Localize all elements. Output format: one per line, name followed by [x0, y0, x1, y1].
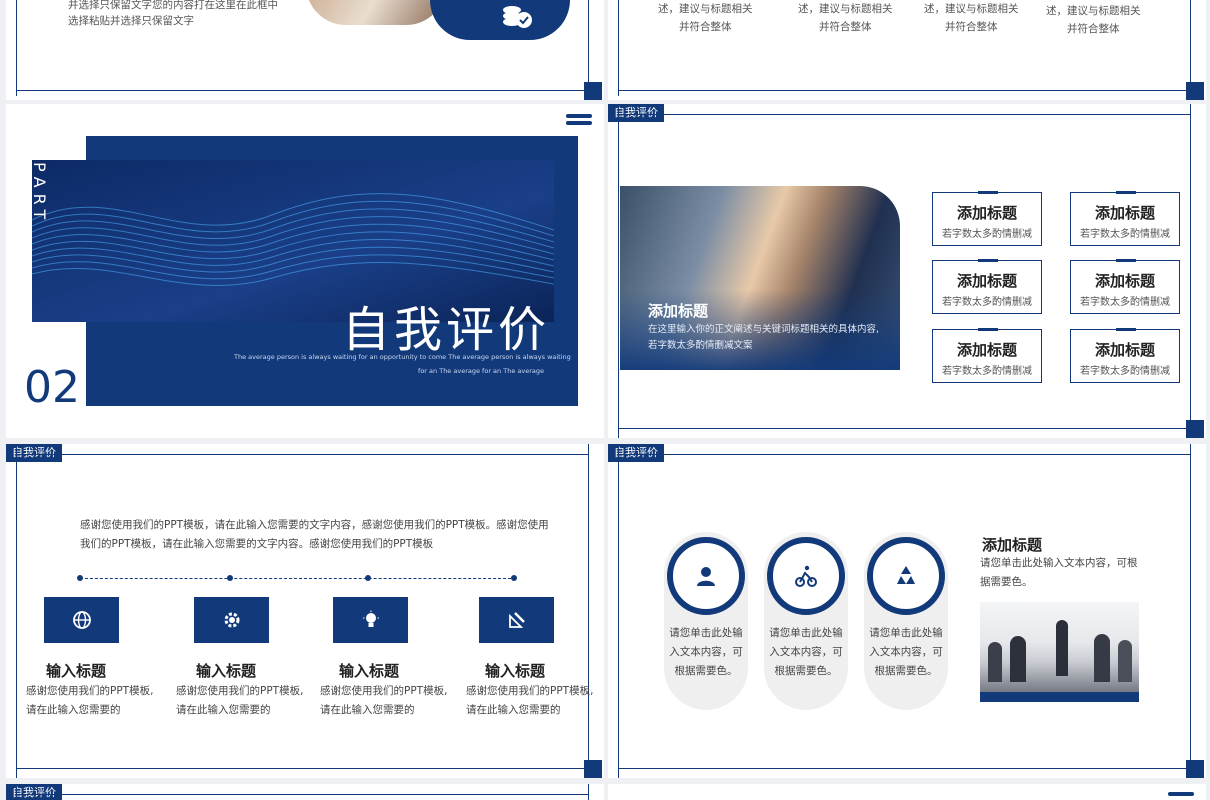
- gear-icon-box: [194, 597, 269, 643]
- pill-card-1: 请您单击此处输 入文本内容，可 根据需要色。: [664, 532, 748, 710]
- ruler-pencil-icon: [508, 612, 525, 628]
- slide-circles: 自我评价 请您单击此处输 入文本内容，可 根据需要色。 请您单击此处输 入文本内容，可…: [608, 444, 1206, 778]
- column-text-3: 述，建议与标题相关 并符合整体: [924, 3, 1019, 33]
- slide-top-left: 并选择只保留文字您的内容打在这里在此框中 选择粘贴并选择只保留文字: [6, 0, 604, 100]
- section-subtitle: The average person is always waiting for…: [234, 353, 571, 375]
- section-tag: 自我评价: [6, 784, 62, 800]
- navy-rounded-panel: [430, 0, 570, 40]
- column-text-1: 述，建议与标题相关 并符合整体: [658, 3, 753, 33]
- lightbulb-icon: [362, 610, 379, 627]
- column-text-4: 述，建议与标题相关 并符合整体: [1046, 5, 1141, 35]
- user-icon: [697, 567, 715, 586]
- part-label: PART: [30, 162, 49, 226]
- column-text-2: 述，建议与标题相关 并符合整体: [798, 3, 893, 33]
- coins-icon: [503, 6, 532, 28]
- corner-square: [1186, 760, 1204, 778]
- timeline-dot: [227, 575, 233, 581]
- title-box-5: 添加标题 若字数太多酌情删减: [932, 328, 1042, 383]
- photo-title: 添加标题: [648, 302, 709, 320]
- item-title-2: 输入标题: [196, 662, 257, 680]
- item-desc-1: 感谢您使用我们的PPT模板, 请在此输入您需要的: [26, 685, 154, 716]
- pill-card-3: 请您单击此处输 入文本内容，可 根据需要色。: [864, 532, 948, 710]
- pill-card-2: 请您单击此处输 入文本内容，可 根据需要色。: [764, 532, 848, 710]
- timeline-dot: [77, 575, 83, 581]
- slide-bottom-right: [608, 784, 1206, 800]
- section-tag: 自我评价: [608, 444, 664, 462]
- item-title-4: 输入标题: [485, 662, 546, 680]
- item-desc-4: 感谢您使用我们的PPT模板, 请在此输入您需要的: [466, 685, 594, 716]
- corner-square: [1186, 82, 1204, 100]
- gear-icon: [224, 612, 239, 628]
- slide-title-grid: 自我评价 添加标题 在这里输入你的正文阐述与关键词标题相关的具体内容, 若字数太…: [608, 104, 1206, 438]
- team-photo: [306, 0, 446, 25]
- corner-square: [584, 82, 602, 100]
- section-number: 02: [24, 362, 80, 413]
- timeline-dot: [511, 575, 517, 581]
- item-desc-2: 感谢您使用我们的PPT模板, 请在此输入您需要的: [176, 685, 304, 716]
- side-desc: 请您单击此处输入文本内容，可根 据需要色。: [980, 557, 1138, 588]
- item-desc-3: 感谢您使用我们的PPT模板, 请在此输入您需要的: [320, 685, 448, 716]
- slide-bottom-left: 自我评价: [6, 784, 604, 800]
- menu-bar-1: [566, 114, 592, 118]
- ruler-pencil-icon-box: [479, 597, 554, 643]
- item-title-3: 输入标题: [339, 662, 400, 680]
- frame-line-left: [16, 0, 17, 96]
- cycling-icon: [795, 565, 817, 587]
- photo-caption: 在这里输入你的正文阐述与关键词标题相关的具体内容, 若字数太多酌情删减文案: [648, 324, 880, 351]
- globe-icon-box: [44, 597, 119, 643]
- section-tag: 自我评价: [608, 104, 664, 122]
- woman-photo: 添加标题 在这里输入你的正文阐述与关键词标题相关的具体内容, 若字数太多酌情删减…: [620, 186, 900, 370]
- slide-section-divider: PART 自我评价 02 The average person is alway…: [6, 104, 604, 438]
- corner-square: [584, 760, 602, 778]
- slide-top-right: 述，建议与标题相关 并符合整体 述，建议与标题相关 并符合整体 述，建议与标题相关并…: [608, 0, 1206, 100]
- meeting-photo: [980, 602, 1139, 702]
- side-title: 添加标题: [982, 536, 1043, 554]
- menu-bar-2: [566, 121, 592, 125]
- timeline-line: [80, 578, 516, 579]
- title-box-1: 添加标题 若字数太多酌情删减: [932, 191, 1042, 246]
- corner-square: [1186, 420, 1204, 438]
- menu-bar-1: [1168, 792, 1194, 796]
- section-tag: 自我评价: [6, 444, 62, 462]
- recycle-icon: [897, 566, 915, 584]
- slide-timeline: 自我评价 感谢您使用我们的PPT模板，请在此输入您需要的文字内容，感谢您使用我们…: [6, 444, 604, 778]
- frame-line-bottom: [16, 90, 588, 91]
- title-box-3: 添加标题 若字数太多酌情删减: [932, 259, 1042, 314]
- globe-icon: [72, 611, 91, 629]
- title-box-6: 添加标题 若字数太多酌情删减: [1070, 328, 1180, 383]
- timeline-dot: [365, 575, 371, 581]
- title-box-2: 添加标题 若字数太多酌情删减: [1070, 191, 1180, 246]
- body-text-line-2: 选择粘贴并选择只保留文字: [68, 15, 194, 27]
- lightbulb-icon-box: [333, 597, 408, 643]
- item-title-1: 输入标题: [46, 662, 107, 680]
- title-box-4: 添加标题 若字数太多酌情删减: [1070, 259, 1180, 314]
- intro-text: 感谢您使用我们的PPT模板，请在此输入您需要的文字内容，感谢您使用我们的PPT模…: [80, 519, 549, 550]
